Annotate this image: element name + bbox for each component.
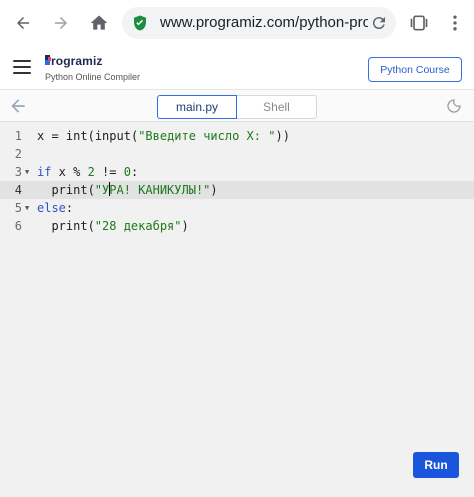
page-subtitle: Python Online Compiler bbox=[45, 72, 141, 82]
forward-icon[interactable] bbox=[46, 8, 76, 38]
code-line[interactable]: 3 ▼ if x % 2 != 0: bbox=[0, 163, 474, 181]
address-bar[interactable]: www.programiz.com/python-prog bbox=[122, 7, 396, 39]
fold-arrow-icon[interactable]: ▼ bbox=[25, 163, 29, 181]
tab-main-py[interactable]: main.py bbox=[157, 95, 237, 119]
tab-shell[interactable]: Shell bbox=[237, 95, 317, 119]
line-number: 1 bbox=[14, 129, 22, 143]
code-text[interactable]: print("28 декабря") bbox=[37, 217, 188, 235]
python-course-button[interactable]: Python Course bbox=[368, 57, 462, 82]
editor-tabbar: main.py Shell bbox=[0, 90, 474, 122]
home-icon[interactable] bbox=[84, 8, 114, 38]
fold-arrow-icon[interactable]: ▼ bbox=[25, 199, 29, 217]
code-text[interactable]: if x % 2 != 0: bbox=[37, 163, 138, 181]
browser-toolbar: www.programiz.com/python-prog bbox=[0, 0, 474, 46]
shield-check-icon[interactable] bbox=[131, 14, 149, 37]
programiz-logo[interactable]: rogramiz bbox=[45, 54, 102, 68]
line-number: 5 bbox=[14, 201, 22, 215]
text-cursor bbox=[109, 182, 111, 196]
code-text[interactable]: print("УРА! КАНИКУЛЫ!") bbox=[37, 181, 218, 199]
code-editor[interactable]: 1 x = int(input("Введите число X: ")) 2 … bbox=[0, 124, 474, 497]
code-line[interactable]: 1 x = int(input("Введите число X: ")) bbox=[0, 127, 474, 145]
more-vert-icon[interactable] bbox=[440, 8, 470, 38]
back-icon[interactable] bbox=[8, 8, 38, 38]
code-line[interactable]: 2 bbox=[0, 145, 474, 163]
url-text[interactable]: www.programiz.com/python-prog bbox=[160, 14, 379, 31]
tab-switcher-icon[interactable] bbox=[404, 8, 434, 38]
app-header: rogramiz Python Online Compiler Python C… bbox=[0, 46, 474, 90]
moon-icon[interactable] bbox=[446, 98, 464, 116]
line-number: 6 bbox=[14, 219, 22, 233]
run-button[interactable]: Run bbox=[413, 452, 459, 478]
code-text[interactable]: else: bbox=[37, 199, 73, 217]
code-line-active[interactable]: 4 print("УРА! КАНИКУЛЫ!") bbox=[0, 181, 474, 199]
reload-icon[interactable] bbox=[368, 12, 390, 34]
line-number: 4 bbox=[14, 183, 22, 197]
line-number: 2 bbox=[14, 147, 22, 161]
line-number: 3 bbox=[14, 165, 22, 179]
code-line[interactable]: 5 ▼ else: bbox=[0, 199, 474, 217]
code-line[interactable]: 6 print("28 декабря") bbox=[0, 217, 474, 235]
logo-text: rogramiz bbox=[51, 54, 103, 68]
logo-mark-icon bbox=[45, 54, 51, 68]
arrow-left-icon[interactable] bbox=[8, 96, 30, 116]
code-text[interactable]: x = int(input("Введите число X: ")) bbox=[37, 127, 290, 145]
menu-icon[interactable] bbox=[13, 58, 33, 76]
